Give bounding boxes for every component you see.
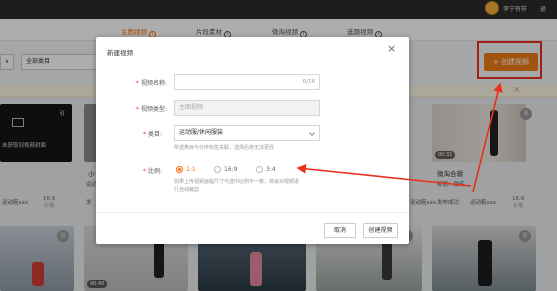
- annotation-arrows: [296, 82, 503, 193]
- arrow-to-create-button: [472, 82, 503, 193]
- arrow-to-ratio-options: [296, 164, 472, 187]
